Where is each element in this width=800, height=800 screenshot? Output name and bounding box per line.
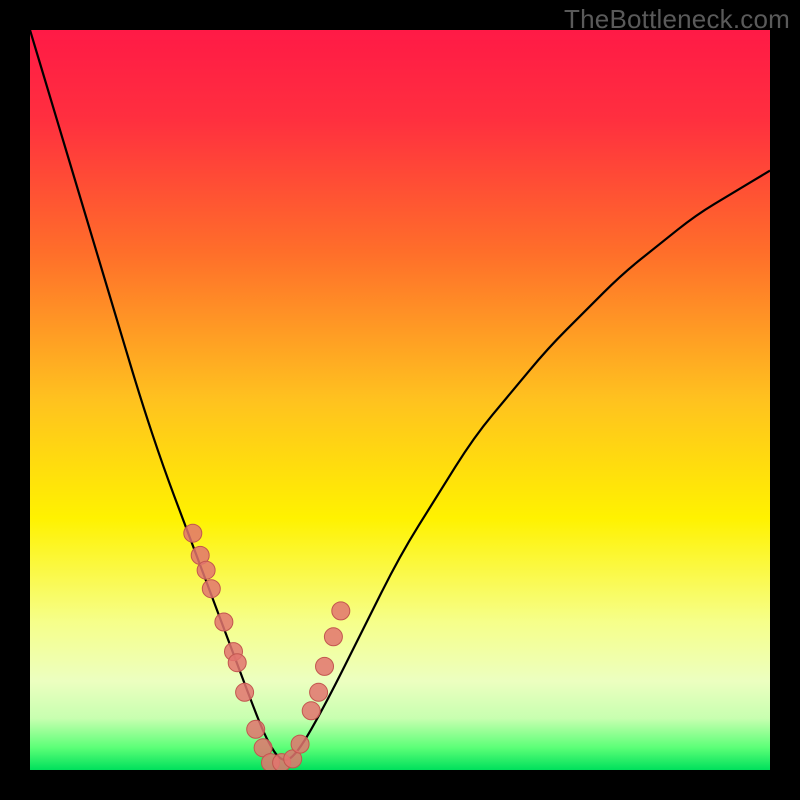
data-marker <box>202 580 220 598</box>
chart-frame: TheBottleneck.com <box>0 0 800 800</box>
data-marker <box>197 561 215 579</box>
data-marker <box>302 702 320 720</box>
data-marker <box>236 683 254 701</box>
data-marker <box>215 613 233 631</box>
data-marker <box>247 720 265 738</box>
chart-plot <box>30 30 770 770</box>
data-marker <box>316 657 334 675</box>
data-marker <box>324 628 342 646</box>
data-marker <box>228 654 246 672</box>
data-marker <box>184 524 202 542</box>
data-marker <box>332 602 350 620</box>
data-marker <box>291 735 309 753</box>
data-marker <box>310 683 328 701</box>
